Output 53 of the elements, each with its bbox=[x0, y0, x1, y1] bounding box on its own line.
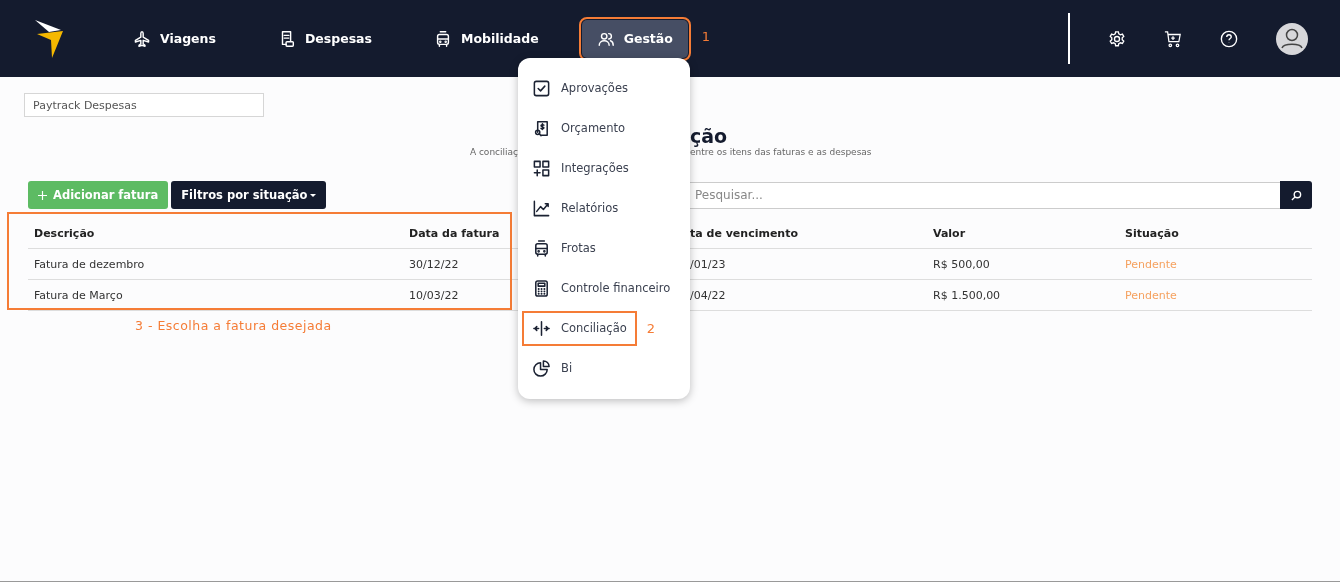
airplane-icon bbox=[133, 29, 151, 48]
help-icon[interactable] bbox=[1220, 29, 1238, 48]
table-cell: R$ 1.500,00 bbox=[933, 288, 1001, 302]
table-cell: Fatura de dezembro bbox=[34, 257, 145, 271]
page-subtitle: A conciliaç bbox=[468, 147, 518, 157]
table-cell: R$ 500,00 bbox=[933, 257, 990, 271]
page-title: ção bbox=[690, 125, 729, 147]
column-header: Situação bbox=[1125, 226, 1179, 240]
menu-item[interactable]: Relatórios bbox=[524, 192, 627, 224]
step-number: 2 bbox=[646, 320, 655, 336]
calculator-icon bbox=[532, 278, 551, 298]
checkbox-icon bbox=[532, 78, 551, 98]
menu-item[interactable]: Frotas bbox=[524, 232, 604, 264]
logo-icon[interactable] bbox=[35, 19, 63, 58]
table-cell: 30/12/22 bbox=[409, 257, 459, 271]
page-subtitle: entre os itens das faturas e as despesas bbox=[690, 147, 873, 157]
arrows-divider-icon bbox=[532, 318, 551, 338]
cart-plus-icon[interactable] bbox=[1164, 29, 1182, 48]
filter-dropdown-button[interactable]: Filtros por situação bbox=[171, 181, 327, 209]
table-cell: 10/03/22 bbox=[409, 288, 459, 302]
avatar-icon[interactable] bbox=[1276, 22, 1308, 55]
table-cell: /01/23 bbox=[690, 257, 726, 271]
column-header: Valor bbox=[933, 226, 966, 240]
step-number: 1 bbox=[701, 28, 710, 44]
settings-icon[interactable] bbox=[1108, 29, 1126, 48]
column-header: Data da fatura bbox=[409, 226, 500, 240]
column-header: Descrição bbox=[34, 226, 95, 240]
table-cell: Fatura de Março bbox=[34, 288, 123, 302]
menu-item[interactable]: Orçamento bbox=[524, 112, 633, 144]
nav-tab[interactable]: Despesas bbox=[262, 19, 387, 58]
caret-icon bbox=[310, 193, 317, 197]
menu-item[interactable]: Controle financeiro bbox=[524, 272, 679, 304]
budget-icon bbox=[532, 118, 551, 138]
nav-tab[interactable]: Mobilidade bbox=[419, 19, 554, 58]
plus-icon bbox=[38, 190, 47, 200]
nav-tab[interactable]: Viagens bbox=[118, 19, 231, 58]
status-text: Pendente bbox=[1125, 288, 1177, 302]
search-icon bbox=[1290, 189, 1302, 201]
menu-item[interactable]: Integrações bbox=[524, 152, 637, 184]
line-chart-icon bbox=[532, 198, 551, 218]
menu-item[interactable]: Aprovações bbox=[524, 72, 636, 104]
search-button[interactable] bbox=[1280, 181, 1312, 209]
bus-icon bbox=[434, 29, 452, 48]
table-cell: /04/22 bbox=[690, 288, 726, 302]
bus-icon bbox=[532, 238, 551, 258]
company-field[interactable]: Paytrack Despesas bbox=[24, 93, 264, 117]
grid-icon bbox=[532, 158, 551, 178]
menu-item[interactable]: Bi bbox=[524, 352, 581, 384]
step-instruction: 3 - Escolha a fatura desejada bbox=[135, 318, 332, 333]
menu-item[interactable]: Conciliação bbox=[524, 312, 635, 344]
pie-chart-icon bbox=[532, 358, 551, 378]
column-header: ta de vencimento bbox=[690, 226, 798, 240]
status-text: Pendente bbox=[1125, 257, 1177, 271]
